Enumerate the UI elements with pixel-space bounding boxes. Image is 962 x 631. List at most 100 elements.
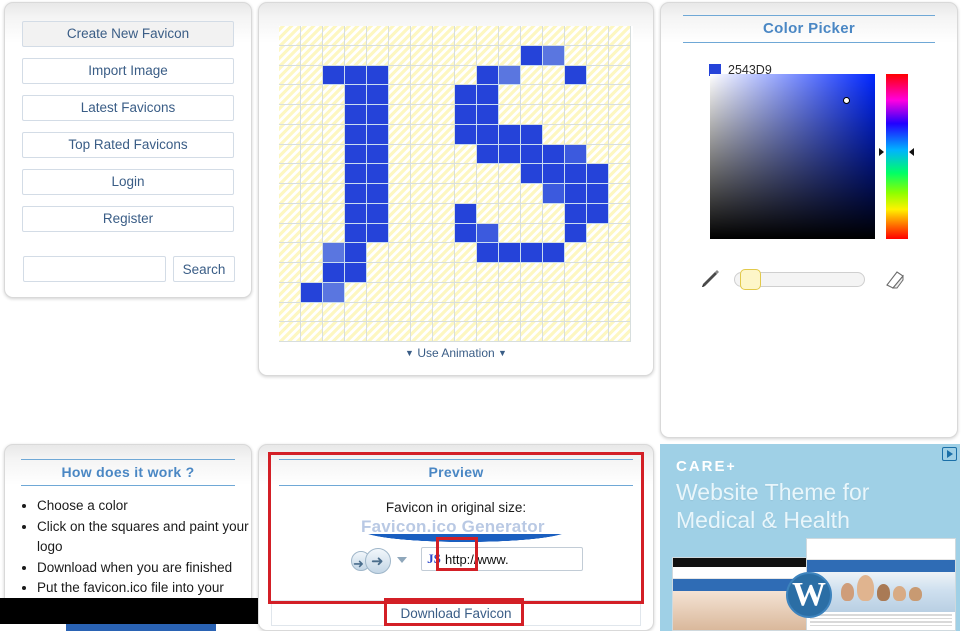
pixel-cell[interactable]: [499, 302, 521, 323]
pixel-cell[interactable]: [323, 184, 345, 204]
search-button[interactable]: Search: [173, 256, 235, 282]
pixel-cell[interactable]: [301, 144, 323, 165]
pixel-cell[interactable]: [301, 105, 323, 125]
pixel-cell[interactable]: [433, 184, 455, 204]
pixel-cell[interactable]: [609, 45, 631, 66]
ad-choices-icon[interactable]: [942, 447, 957, 461]
pixel-cell[interactable]: [543, 144, 565, 165]
pixel-cell[interactable]: [499, 105, 521, 125]
pixel-cell[interactable]: [345, 105, 367, 125]
pixel-cell[interactable]: [279, 65, 301, 86]
pixel-cell[interactable]: [411, 124, 433, 145]
pixel-cell[interactable]: [455, 282, 477, 303]
pixel-cell[interactable]: [565, 223, 587, 244]
pixel-cell[interactable]: [411, 203, 433, 224]
pixel-cell[interactable]: [499, 26, 521, 46]
pixel-cell[interactable]: [477, 223, 499, 244]
pixel-cell[interactable]: [565, 85, 587, 105]
pixel-cell[interactable]: [587, 302, 609, 323]
pixel-cell[interactable]: [411, 322, 433, 342]
pixel-cell[interactable]: [477, 263, 499, 283]
pixel-cell[interactable]: [499, 203, 521, 224]
pixel-cell[interactable]: [433, 263, 455, 283]
pixel-cell[interactable]: [543, 203, 565, 224]
pixel-cell[interactable]: [609, 302, 631, 323]
pixel-cell[interactable]: [587, 124, 609, 145]
pixel-cell[interactable]: [521, 164, 543, 184]
pixel-cell[interactable]: [367, 302, 389, 323]
pixel-cell[interactable]: [521, 144, 543, 165]
pixel-cell[interactable]: [411, 45, 433, 66]
pixel-cell[interactable]: [389, 164, 411, 184]
pixel-cell[interactable]: [477, 302, 499, 323]
chevron-down-icon[interactable]: [397, 557, 407, 563]
pixel-cell[interactable]: [301, 322, 323, 342]
pixel-cell[interactable]: [345, 124, 367, 145]
pixel-cell[interactable]: [345, 302, 367, 323]
pixel-cell[interactable]: [323, 26, 345, 46]
pixel-cell[interactable]: [389, 144, 411, 165]
pixel-cell[interactable]: [609, 223, 631, 244]
search-input[interactable]: [23, 256, 166, 282]
pixel-cell[interactable]: [279, 263, 301, 283]
pixel-cell[interactable]: [433, 144, 455, 165]
pixel-cell[interactable]: [455, 65, 477, 86]
pixel-cell[interactable]: [345, 26, 367, 46]
pixel-cell[interactable]: [543, 322, 565, 342]
pixel-cell[interactable]: [367, 223, 389, 244]
pixel-cell[interactable]: [521, 45, 543, 66]
pixel-cell[interactable]: [389, 26, 411, 46]
pixel-cell[interactable]: [323, 144, 345, 165]
pixel-cell[interactable]: [433, 243, 455, 263]
pixel-cell[interactable]: [455, 26, 477, 46]
pixel-cell[interactable]: [587, 282, 609, 303]
pixel-cell[interactable]: [433, 85, 455, 105]
pixel-cell[interactable]: [345, 184, 367, 204]
pixel-cell[interactable]: [477, 45, 499, 66]
pixel-cell[interactable]: [345, 263, 367, 283]
pixel-cell[interactable]: [433, 223, 455, 244]
pixel-cell[interactable]: [521, 263, 543, 283]
pixel-cell[interactable]: [521, 282, 543, 303]
pixel-cell[interactable]: [455, 164, 477, 184]
pixel-cell[interactable]: [455, 203, 477, 224]
pixel-cell[interactable]: [587, 85, 609, 105]
pixel-cell[interactable]: [499, 223, 521, 244]
pixel-cell[interactable]: [521, 223, 543, 244]
pixel-cell[interactable]: [389, 105, 411, 125]
pixel-cell[interactable]: [609, 282, 631, 303]
pixel-cell[interactable]: [609, 65, 631, 86]
pixel-cell[interactable]: [433, 322, 455, 342]
pixel-cell[interactable]: [477, 144, 499, 165]
pixel-cell[interactable]: [389, 184, 411, 204]
pixel-cell[interactable]: [521, 26, 543, 46]
pixel-cell[interactable]: [609, 144, 631, 165]
pixel-cell[interactable]: [323, 65, 345, 86]
transparency-slider-knob[interactable]: [740, 269, 761, 290]
pixel-cell[interactable]: [279, 282, 301, 303]
pixel-cell[interactable]: [587, 26, 609, 46]
pixel-cell[interactable]: [565, 263, 587, 283]
pixel-cell[interactable]: [411, 184, 433, 204]
pixel-cell[interactable]: [455, 184, 477, 204]
pixel-cell[interactable]: [565, 184, 587, 204]
pixel-cell[interactable]: [389, 322, 411, 342]
pixel-cell[interactable]: [301, 184, 323, 204]
pixel-cell[interactable]: [565, 45, 587, 66]
pixel-cell[interactable]: [389, 85, 411, 105]
pixel-cell[interactable]: [455, 124, 477, 145]
pixel-cell[interactable]: [477, 243, 499, 263]
pixel-cell[interactable]: [367, 26, 389, 46]
pixel-cell[interactable]: [389, 203, 411, 224]
pixel-cell[interactable]: [367, 243, 389, 263]
pixel-cell[interactable]: [587, 243, 609, 263]
pixel-cell[interactable]: [345, 45, 367, 66]
pixel-cell[interactable]: [543, 243, 565, 263]
pixel-cell[interactable]: [433, 105, 455, 125]
pixel-cell[interactable]: [279, 223, 301, 244]
pixel-cell[interactable]: [301, 65, 323, 86]
pixel-cell[interactable]: [389, 223, 411, 244]
pixel-cell[interactable]: [279, 144, 301, 165]
pixel-cell[interactable]: [499, 65, 521, 86]
pixel-cell[interactable]: [477, 164, 499, 184]
